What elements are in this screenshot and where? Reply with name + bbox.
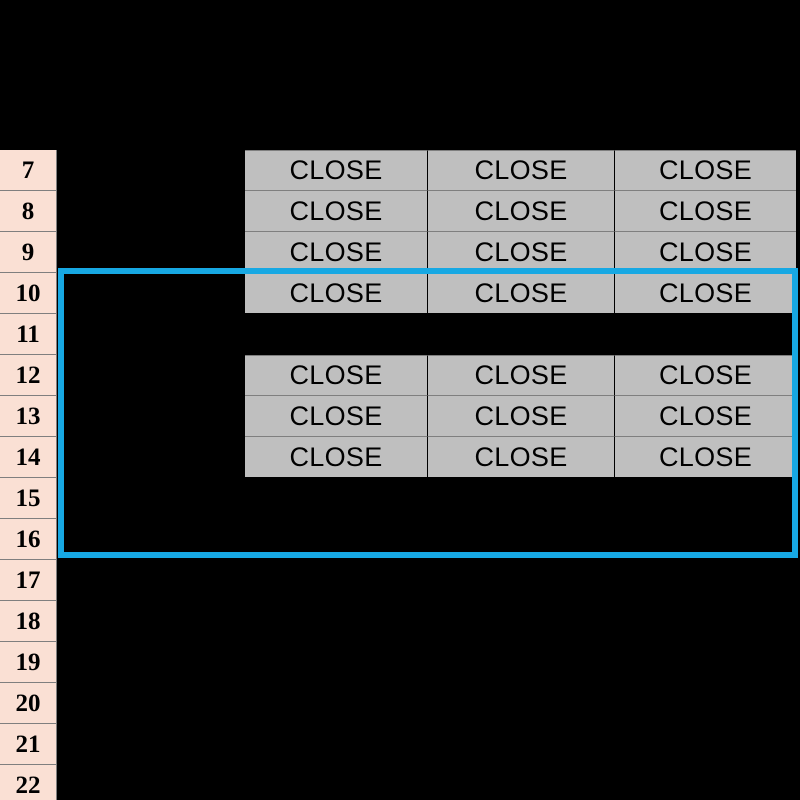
cell-close[interactable]: CLOSE: [428, 273, 615, 314]
row-header-8[interactable]: 8: [0, 191, 57, 232]
table-row[interactable]: 20: [0, 683, 800, 724]
cell-close[interactable]: CLOSE: [428, 232, 615, 273]
row-header-16[interactable]: 16: [0, 519, 57, 560]
spreadsheet-screen: 7 CLOSE CLOSE CLOSE 8 CLOSE CLOSE CLOSE 9 CLOSE CL…: [0, 0, 800, 800]
table-row[interactable]: 15: [0, 478, 800, 519]
table-row[interactable]: 22: [0, 765, 800, 800]
row-header-18[interactable]: 18: [0, 601, 57, 642]
table-row[interactable]: 19: [0, 642, 800, 683]
cell-close[interactable]: CLOSE: [245, 150, 428, 191]
row-header-21[interactable]: 21: [0, 724, 57, 765]
cell-close[interactable]: CLOSE: [245, 232, 428, 273]
row-cells: CLOSE CLOSE CLOSE: [245, 396, 796, 437]
cell-close[interactable]: CLOSE: [428, 355, 615, 396]
table-row[interactable]: 8 CLOSE CLOSE CLOSE: [0, 191, 800, 232]
cell-close[interactable]: CLOSE: [615, 150, 796, 191]
row-header-15[interactable]: 15: [0, 478, 57, 519]
cell-close[interactable]: CLOSE: [428, 437, 615, 478]
row-header-10[interactable]: 10: [0, 273, 57, 314]
table-row[interactable]: 18: [0, 601, 800, 642]
cell-close[interactable]: CLOSE: [615, 273, 796, 314]
cell-close[interactable]: CLOSE: [615, 396, 796, 437]
row-cells: CLOSE CLOSE CLOSE: [245, 150, 796, 191]
row-header-13[interactable]: 13: [0, 396, 57, 437]
cell-close[interactable]: CLOSE: [615, 191, 796, 232]
table-row[interactable]: 14 CLOSE CLOSE CLOSE: [0, 437, 800, 478]
row-header-22[interactable]: 22: [0, 765, 57, 800]
cell-close[interactable]: CLOSE: [245, 437, 428, 478]
table-row[interactable]: 21: [0, 724, 800, 765]
row-header-14[interactable]: 14: [0, 437, 57, 478]
row-header-12[interactable]: 12: [0, 355, 57, 396]
row-header-19[interactable]: 19: [0, 642, 57, 683]
row-cells: CLOSE CLOSE CLOSE: [245, 232, 796, 273]
row-header-7[interactable]: 7: [0, 150, 57, 191]
row-header-11[interactable]: 11: [0, 314, 57, 355]
cell-close[interactable]: CLOSE: [428, 150, 615, 191]
cell-close[interactable]: CLOSE: [428, 396, 615, 437]
row-header-17[interactable]: 17: [0, 560, 57, 601]
cell-close[interactable]: CLOSE: [245, 355, 428, 396]
row-header-9[interactable]: 9: [0, 232, 57, 273]
cell-close[interactable]: CLOSE: [428, 191, 615, 232]
cell-close[interactable]: CLOSE: [245, 273, 428, 314]
table-row[interactable]: 10 CLOSE CLOSE CLOSE: [0, 273, 800, 314]
row-cells: CLOSE CLOSE CLOSE: [245, 437, 796, 478]
row-cells: CLOSE CLOSE CLOSE: [245, 355, 796, 396]
cell-close[interactable]: CLOSE: [615, 232, 796, 273]
row-cells: CLOSE CLOSE CLOSE: [245, 191, 796, 232]
cell-close[interactable]: CLOSE: [245, 191, 428, 232]
cell-close[interactable]: CLOSE: [245, 396, 428, 437]
table-row[interactable]: 11: [0, 314, 800, 355]
spreadsheet-grid: 7 CLOSE CLOSE CLOSE 8 CLOSE CLOSE CLOSE 9 CLOSE CL…: [0, 150, 800, 800]
table-row[interactable]: 16: [0, 519, 800, 560]
table-row[interactable]: 12 CLOSE CLOSE CLOSE: [0, 355, 800, 396]
table-row[interactable]: 7 CLOSE CLOSE CLOSE: [0, 150, 800, 191]
cell-close[interactable]: CLOSE: [615, 437, 796, 478]
cell-close[interactable]: CLOSE: [615, 355, 796, 396]
row-header-20[interactable]: 20: [0, 683, 57, 724]
table-row[interactable]: 9 CLOSE CLOSE CLOSE: [0, 232, 800, 273]
table-row[interactable]: 13 CLOSE CLOSE CLOSE: [0, 396, 800, 437]
row-cells: CLOSE CLOSE CLOSE: [245, 273, 796, 314]
table-row[interactable]: 17: [0, 560, 800, 601]
